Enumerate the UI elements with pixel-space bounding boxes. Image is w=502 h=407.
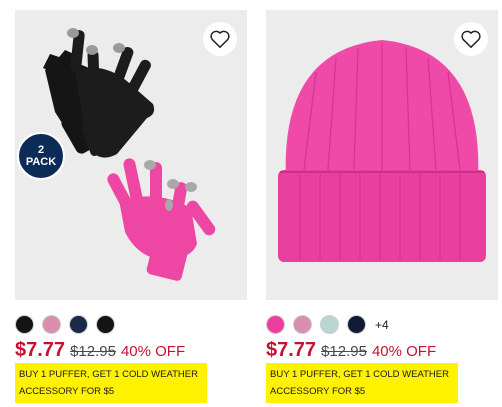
product-card-gloves[interactable]: 2 PACK $7.77 $12.95 40% OFF BUY 1 PUFFER… — [15, 10, 247, 403]
price-row: $7.77 $12.95 40% OFF — [266, 339, 436, 362]
color-swatch[interactable] — [15, 315, 34, 334]
discount-label: 40% OFF — [120, 343, 186, 360]
color-swatch[interactable] — [42, 315, 61, 334]
sale-price: $7.77 — [15, 339, 66, 361]
price-row: $7.77 $12.95 40% OFF — [15, 339, 185, 362]
color-swatch[interactable] — [347, 315, 366, 334]
heart-outline-icon — [210, 30, 230, 48]
promo-banner: BUY 1 PUFFER, GET 1 COLD WEATHER ACCESSO… — [266, 363, 458, 403]
color-swatch[interactable] — [320, 315, 339, 334]
favorite-button[interactable] — [454, 22, 488, 56]
color-swatch[interactable] — [266, 315, 285, 334]
heart-outline-icon — [461, 30, 481, 48]
original-price: $12.95 — [70, 343, 116, 360]
color-swatch[interactable] — [293, 315, 312, 334]
discount-label: 40% OFF — [371, 343, 437, 360]
color-swatches — [15, 315, 115, 334]
pack-badge-label: PACK — [25, 156, 57, 168]
color-swatch[interactable] — [96, 315, 115, 334]
promo-banner: BUY 1 PUFFER, GET 1 COLD WEATHER ACCESSO… — [15, 363, 207, 403]
pack-badge-count: 2 — [37, 144, 45, 156]
color-swatch[interactable] — [69, 315, 88, 334]
product-image-gloves[interactable]: 2 PACK — [15, 10, 247, 300]
original-price: $12.95 — [321, 343, 367, 360]
more-colors-link[interactable]: +4 — [375, 318, 389, 332]
color-swatches: +4 — [266, 315, 389, 334]
sale-price: $7.77 — [266, 339, 317, 361]
product-card-beanie[interactable]: +4 $7.77 $12.95 40% OFF BUY 1 PUFFER, GE… — [266, 10, 498, 403]
product-image-beanie[interactable] — [266, 10, 498, 300]
pack-badge: 2 PACK — [17, 132, 65, 180]
favorite-button[interactable] — [203, 22, 237, 56]
